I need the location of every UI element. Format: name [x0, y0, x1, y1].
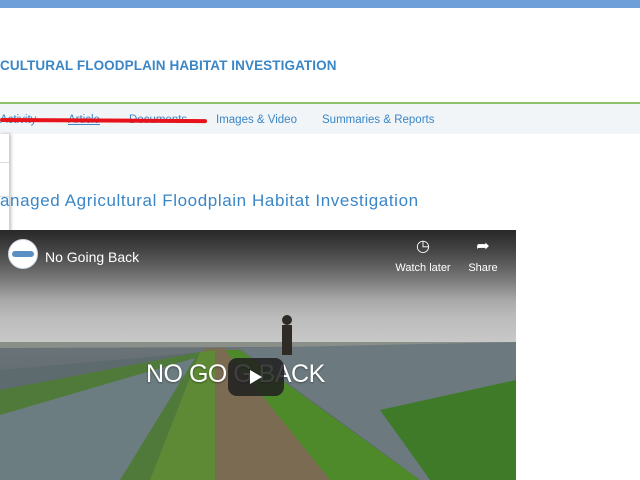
watch-later-label: Watch later: [395, 262, 451, 274]
tab-images-video[interactable]: Images & Video: [216, 114, 297, 126]
play-button[interactable]: [228, 358, 284, 396]
page-title: anaged Agricultural Floodplain Habitat I…: [0, 191, 419, 210]
panel-divider: [0, 162, 9, 163]
channel-logo[interactable]: [8, 239, 38, 269]
video-player[interactable]: No Going Back ◷ Watch later ➦ Share NO G…: [0, 230, 516, 480]
watch-later-button[interactable]: ◷ Watch later: [393, 238, 453, 274]
top-accent-bar: [0, 0, 640, 8]
tab-summaries-reports[interactable]: Summaries & Reports: [322, 114, 434, 126]
share-label: Share: [468, 262, 498, 274]
share-button[interactable]: ➦ Share: [453, 238, 513, 274]
site-title[interactable]: CULTURAL FLOODPLAIN HABITAT INVESTIGATIO…: [0, 58, 337, 73]
video-title[interactable]: No Going Back: [45, 249, 139, 265]
clock-icon: ◷: [416, 238, 430, 255]
share-icon: ➦: [476, 238, 490, 255]
